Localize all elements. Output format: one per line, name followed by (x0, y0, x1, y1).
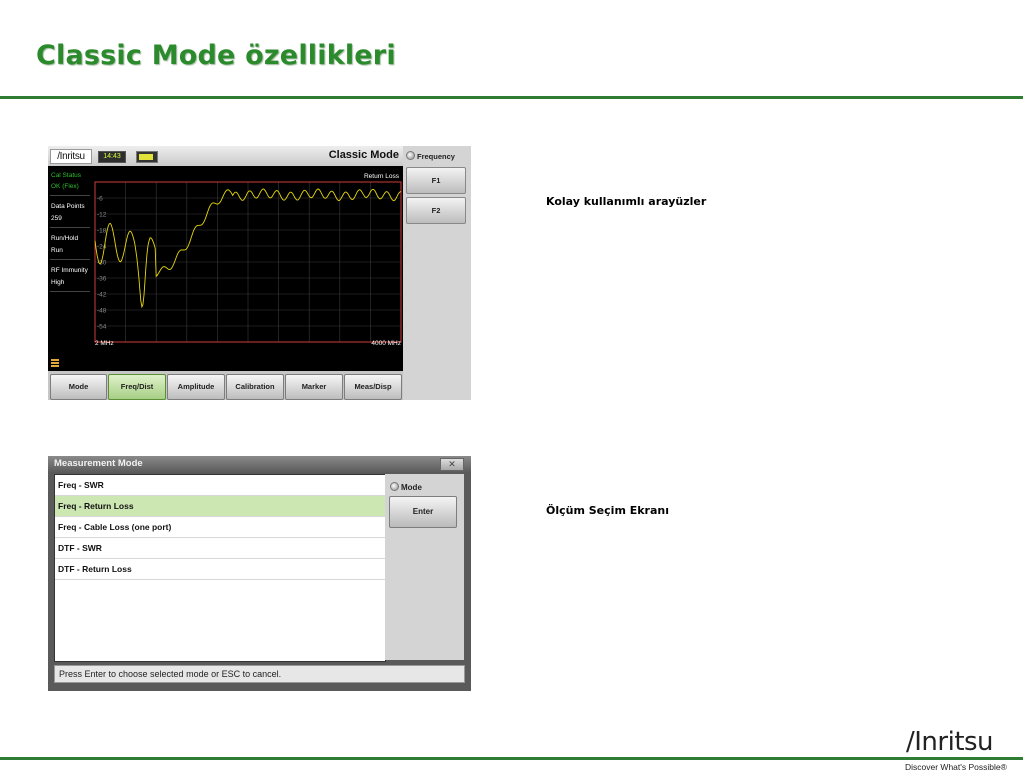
list-item-freq-swr[interactable]: Freq - SWR (55, 475, 385, 496)
frequency-heading: Frequency (417, 152, 455, 161)
dialog-status-text: Press Enter to choose selected mode or E… (54, 665, 465, 683)
run-hold-label: Run/Hold (51, 235, 79, 242)
close-button[interactable]: ✕ (440, 458, 464, 471)
cal-status-value: OK (Flex) (51, 183, 79, 190)
graph-canvas: -6-12-18-24-30-36-42-48-54 (94, 181, 402, 343)
radio-icon (390, 482, 399, 491)
footer-divider (0, 757, 1023, 760)
main-menu-bar: Mode Freq/Dist Amplitude Calibration Mar… (48, 371, 403, 400)
rf-immunity-label: RF Immunity (51, 267, 88, 274)
anritsu-logo: /Inritsu (50, 149, 92, 164)
graph-toolbar (48, 351, 403, 371)
title-divider (0, 96, 1023, 99)
tab-meas-disp[interactable]: Meas/Disp (344, 374, 402, 400)
graph-title: Return Loss (363, 173, 399, 180)
f2-button[interactable]: F2 (406, 197, 466, 224)
anritsu-footer-logo: /Inritsu (906, 727, 994, 757)
mode-heading: Mode (401, 483, 422, 492)
tab-freq-dist[interactable]: Freq/Dist (108, 374, 166, 400)
data-points-value: 259 (51, 215, 62, 222)
measurement-mode-dialog: Measurement Mode ✕ Freq - SWR Freq - Ret… (48, 456, 471, 691)
y-tick-label: -12 (97, 212, 107, 219)
run-hold-value: Run (51, 247, 63, 254)
list-item-dtf-swr[interactable]: DTF - SWR (55, 538, 385, 559)
dialog-title-bar: Measurement Mode ✕ (48, 456, 471, 472)
side-divider (50, 259, 90, 260)
battery-icon (136, 151, 158, 163)
y-tick-label: -48 (97, 308, 107, 315)
y-tick-label: -36 (97, 276, 107, 283)
list-item-freq-cable-loss[interactable]: Freq - Cable Loss (one port) (55, 517, 385, 538)
stop-frequency: 4000 MHz (371, 340, 401, 347)
footer-tagline: Discover What's Possible® (905, 762, 1007, 772)
side-divider (50, 227, 90, 228)
tab-amplitude[interactable]: Amplitude (167, 374, 225, 400)
instrument-mode-title: Classic Mode (328, 149, 399, 161)
status-side-panel: Cal Status OK (Flex) Data Points 259 Run… (48, 166, 93, 371)
y-tick-label: -6 (97, 196, 103, 203)
tab-mode[interactable]: Mode (50, 374, 107, 400)
enter-button[interactable]: Enter (389, 496, 457, 528)
page-title: Classic Mode özellikleri (36, 40, 396, 71)
tab-calibration[interactable]: Calibration (226, 374, 284, 400)
tab-marker[interactable]: Marker (285, 374, 343, 400)
return-loss-graph: -6 -12 -18 -24 -30 -36 -42 -48 -54 Return Loss 2… (93, 166, 403, 371)
list-item-freq-return-loss[interactable]: Freq - Return Loss (55, 496, 385, 517)
y-tick-label: -24 (97, 244, 107, 251)
cal-status-label: Cal Status (51, 172, 81, 179)
f1-button[interactable]: F1 (406, 167, 466, 194)
rf-immunity-value: High (51, 279, 65, 286)
instrument-screenshot: /Inritsu 14:43 Classic Mode Cal Status O… (48, 146, 471, 400)
side-divider (50, 291, 90, 292)
radio-icon (406, 151, 415, 160)
start-frequency: 2 MHz (95, 340, 114, 347)
data-points-label: Data Points (51, 203, 85, 210)
caption-easy-interface: Kolay kullanımlı arayüzler (546, 195, 707, 208)
caption-measurement-selection: Ölçüm Seçim Ekranı (546, 504, 670, 517)
dialog-side-panel: Mode Enter (385, 474, 464, 660)
menu-icon[interactable] (51, 359, 59, 368)
list-item-dtf-return-loss[interactable]: DTF - Return Loss (55, 559, 385, 580)
y-tick-label: -54 (97, 324, 107, 331)
clock: 14:43 (98, 151, 126, 163)
dialog-title: Measurement Mode (54, 458, 143, 469)
side-divider (50, 195, 90, 196)
frequency-panel: Frequency F1 F2 (403, 146, 471, 400)
y-tick-label: -18 (97, 228, 107, 235)
y-tick-label: -42 (97, 292, 107, 299)
mode-list: Freq - SWR Freq - Return Loss Freq - Cab… (54, 474, 386, 662)
instrument-status-bar: /Inritsu 14:43 Classic Mode (48, 146, 403, 166)
